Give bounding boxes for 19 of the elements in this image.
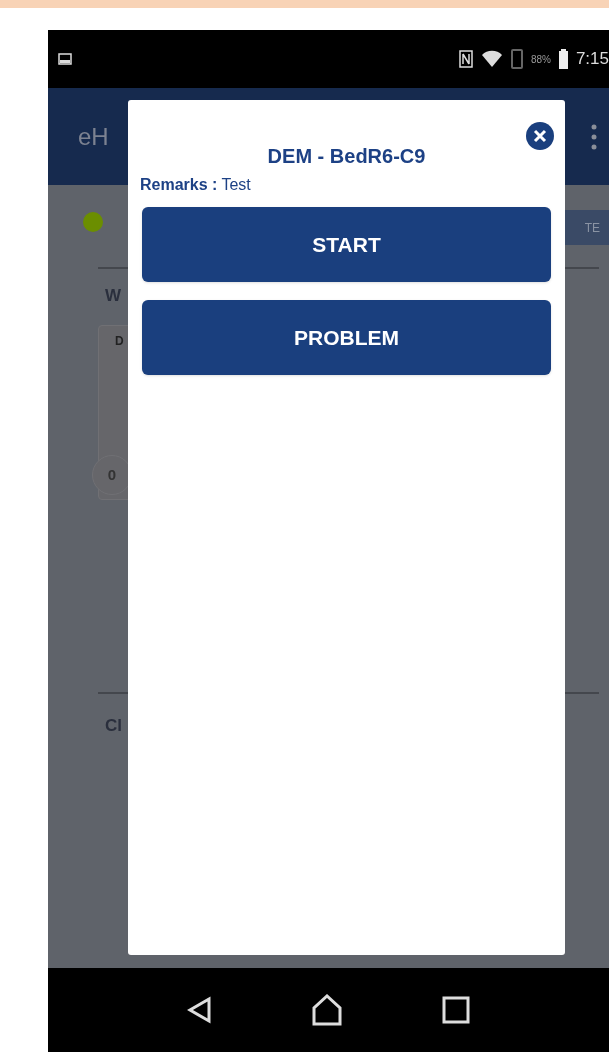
battery-icon: [558, 49, 568, 69]
dialog-button[interactable]: START: [142, 207, 551, 282]
wifi-icon: [480, 50, 503, 68]
dialog-button[interactable]: PROBLEM: [142, 300, 551, 375]
home-icon[interactable]: [311, 994, 344, 1026]
close-icon[interactable]: [526, 122, 554, 150]
more-icon: [591, 123, 597, 150]
remarks-label: Remarks :: [140, 175, 218, 195]
image-icon: [58, 53, 72, 65]
recents-icon[interactable]: [441, 996, 470, 1024]
card-label: D: [115, 333, 124, 350]
app-title: eH: [78, 121, 109, 152]
remarks-value: Test: [221, 175, 251, 195]
back-icon[interactable]: [187, 996, 214, 1024]
battery-percent: 88%: [530, 52, 551, 67]
status-time: 7:15: [575, 48, 609, 71]
nfc-icon: [458, 50, 473, 68]
sim-icon: [510, 49, 523, 69]
dialog-title: DEM - BedR6-C9: [266, 144, 427, 169]
